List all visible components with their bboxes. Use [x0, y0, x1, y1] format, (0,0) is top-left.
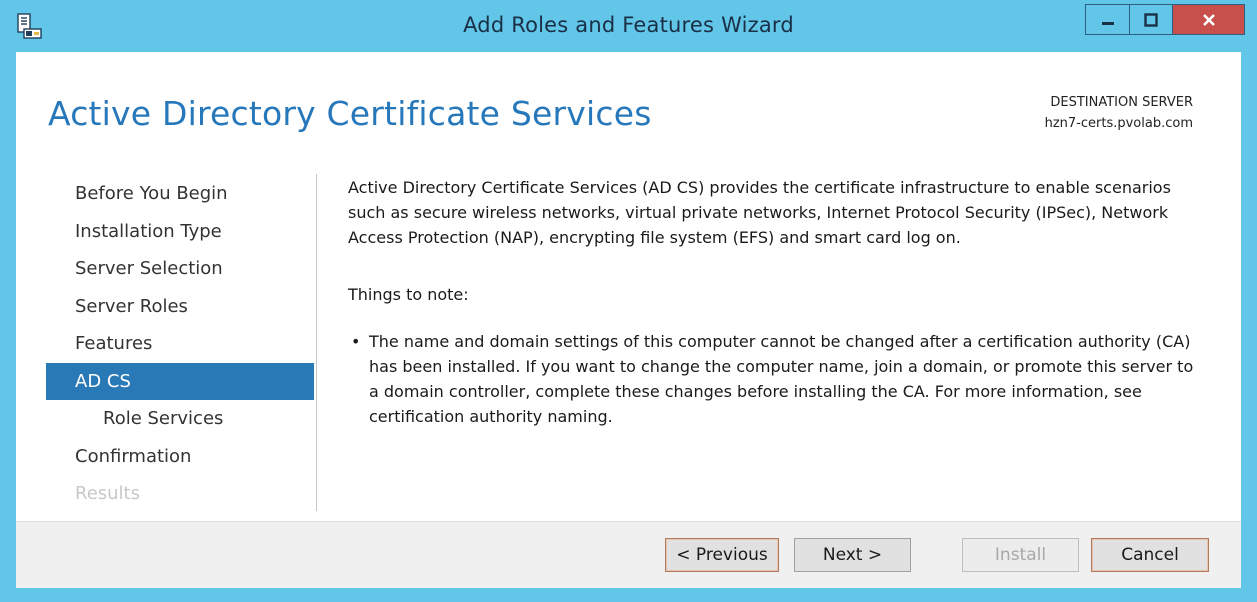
- destination-server-info: DESTINATION SERVER hzn7-certs.pvolab.com: [1045, 92, 1193, 134]
- nav-item-role-services[interactable]: Role Services: [46, 400, 314, 438]
- nav-item-results: Results: [75, 483, 140, 504]
- nav-item-ad-cs[interactable]: AD CS: [46, 362, 314, 400]
- close-icon: [1202, 13, 1215, 26]
- intro-text: Active Directory Certificate Services (A…: [348, 178, 1171, 247]
- nav-item-installation-type[interactable]: Installation Type: [46, 213, 314, 251]
- wizard-nav: Before You Begin Installation Type Serve…: [46, 175, 314, 513]
- title-bar[interactable]: Add Roles and Features Wizard: [0, 0, 1257, 52]
- destination-server-name: hzn7-certs.pvolab.com: [1044, 116, 1193, 131]
- install-button: Install: [962, 538, 1079, 572]
- minimize-button[interactable]: [1085, 4, 1130, 35]
- nav-item-server-roles[interactable]: Server Roles: [46, 288, 314, 326]
- nav-item-before-you-begin[interactable]: Before You Begin: [46, 175, 314, 213]
- page-title: Active Directory Certificate Services: [48, 94, 652, 133]
- close-button[interactable]: [1173, 4, 1245, 35]
- nav-divider: [316, 174, 317, 511]
- window-controls: [1085, 4, 1245, 37]
- destination-server-label: DESTINATION SERVER: [1050, 95, 1193, 110]
- bullet-icon: •: [351, 332, 361, 351]
- window-title: Add Roles and Features Wizard: [463, 13, 794, 37]
- nav-item-features[interactable]: Features: [46, 325, 314, 363]
- minimize-icon: [1101, 21, 1114, 25]
- list-item: • The name and domain settings of this c…: [348, 329, 1198, 429]
- nav-item-confirmation[interactable]: Confirmation: [46, 438, 314, 476]
- cancel-button[interactable]: Cancel: [1091, 538, 1209, 572]
- maximize-icon: [1144, 12, 1158, 27]
- wizard-footer: < Previous Next > Install Cancel: [16, 521, 1241, 588]
- things-to-note-heading: Things to note:: [348, 285, 469, 304]
- note-text: The name and domain settings of this com…: [369, 332, 1194, 426]
- next-button[interactable]: Next >: [794, 538, 911, 572]
- nav-item-server-selection[interactable]: Server Selection: [46, 250, 314, 288]
- previous-button[interactable]: < Previous: [665, 538, 779, 572]
- maximize-button[interactable]: [1130, 4, 1173, 35]
- main-panel: Active Directory Certificate Services (A…: [348, 175, 1198, 429]
- wizard-content: Active Directory Certificate Services DE…: [16, 52, 1241, 521]
- notes-list: • The name and domain settings of this c…: [348, 329, 1198, 429]
